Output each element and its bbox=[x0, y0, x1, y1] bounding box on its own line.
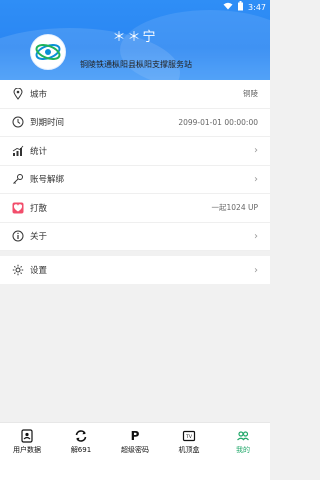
status-time: 3:47 bbox=[248, 2, 266, 12]
expiry-row[interactable]: 到期时间 2099-01-01 00:00:00 bbox=[0, 109, 270, 137]
tab-label: 超级密码 bbox=[121, 446, 149, 454]
refresh-icon bbox=[74, 429, 88, 443]
users-icon bbox=[236, 429, 250, 443]
tip-row[interactable]: 打散 一起1024 UP bbox=[0, 194, 270, 223]
expiry-label: 到期时间 bbox=[30, 118, 65, 129]
bottom-tab-bar: 用户数据 解691 P 超级密码 TV 机顶盒 我的 bbox=[0, 422, 270, 480]
svg-text:TV: TV bbox=[185, 434, 193, 440]
unbind-row[interactable]: 账号解绑 › bbox=[0, 166, 270, 194]
chevron-right-icon: › bbox=[254, 145, 258, 157]
p-letter-icon: P bbox=[130, 429, 140, 443]
location-pin-icon bbox=[12, 87, 24, 100]
expiry-value: 2099-01-01 00:00:00 bbox=[178, 117, 258, 127]
tab-label: 解691 bbox=[70, 446, 92, 454]
wifi-icon bbox=[223, 2, 233, 12]
tab-label: 我的 bbox=[236, 446, 250, 454]
profile-menu-list: 城市 铜陵 到期时间 2099-01-01 00:00:00 统计 › 账号解绑… bbox=[0, 80, 270, 251]
unbind-label: 账号解绑 bbox=[30, 175, 65, 186]
chevron-right-icon: › bbox=[254, 230, 258, 242]
tv-icon: TV bbox=[182, 429, 196, 443]
tab-super-password[interactable]: P 超级密码 bbox=[108, 429, 162, 455]
about-label: 关于 bbox=[30, 232, 48, 243]
heart-icon bbox=[12, 202, 24, 214]
chevron-right-icon: › bbox=[254, 264, 258, 276]
tab-mine[interactable]: 我的 bbox=[216, 429, 270, 455]
user-name: ＊＊宁 bbox=[112, 30, 158, 45]
settings-label: 设置 bbox=[30, 266, 48, 276]
tab-set-top-box[interactable]: TV 机顶盒 bbox=[162, 429, 216, 455]
info-icon bbox=[12, 230, 24, 242]
tab-unlock-691[interactable]: 解691 bbox=[54, 429, 108, 455]
tab-label: 机顶盒 bbox=[178, 446, 200, 454]
tab-label: 用户数据 bbox=[13, 446, 41, 454]
settings-row[interactable]: 设置 › bbox=[0, 256, 270, 284]
status-bar: 3:47 bbox=[223, 0, 266, 14]
about-row[interactable]: 关于 › bbox=[0, 223, 270, 251]
chevron-right-icon: › bbox=[254, 173, 258, 185]
gear-icon bbox=[12, 264, 24, 276]
stats-row[interactable]: 统计 › bbox=[0, 137, 270, 166]
city-value: 铜陵 bbox=[243, 89, 258, 99]
city-row[interactable]: 城市 铜陵 bbox=[0, 80, 270, 109]
bar-chart-icon bbox=[12, 145, 24, 157]
battery-icon bbox=[237, 1, 244, 13]
tab-user-data[interactable]: 用户数据 bbox=[0, 429, 54, 455]
city-label: 城市 bbox=[30, 89, 48, 100]
tip-label: 打散 bbox=[30, 203, 48, 214]
profile-header: 3:47 ＊＊宁 铜陵铁通枞阳县枞阳支撑服务站 bbox=[0, 0, 270, 80]
key-icon bbox=[12, 173, 24, 185]
clock-icon bbox=[12, 116, 24, 128]
station-name: 铜陵铁通枞阳县枞阳支撑服务站 bbox=[80, 60, 192, 69]
tip-value: 一起1024 UP bbox=[211, 203, 258, 213]
user-data-icon bbox=[20, 429, 34, 443]
stats-label: 统计 bbox=[30, 146, 48, 157]
